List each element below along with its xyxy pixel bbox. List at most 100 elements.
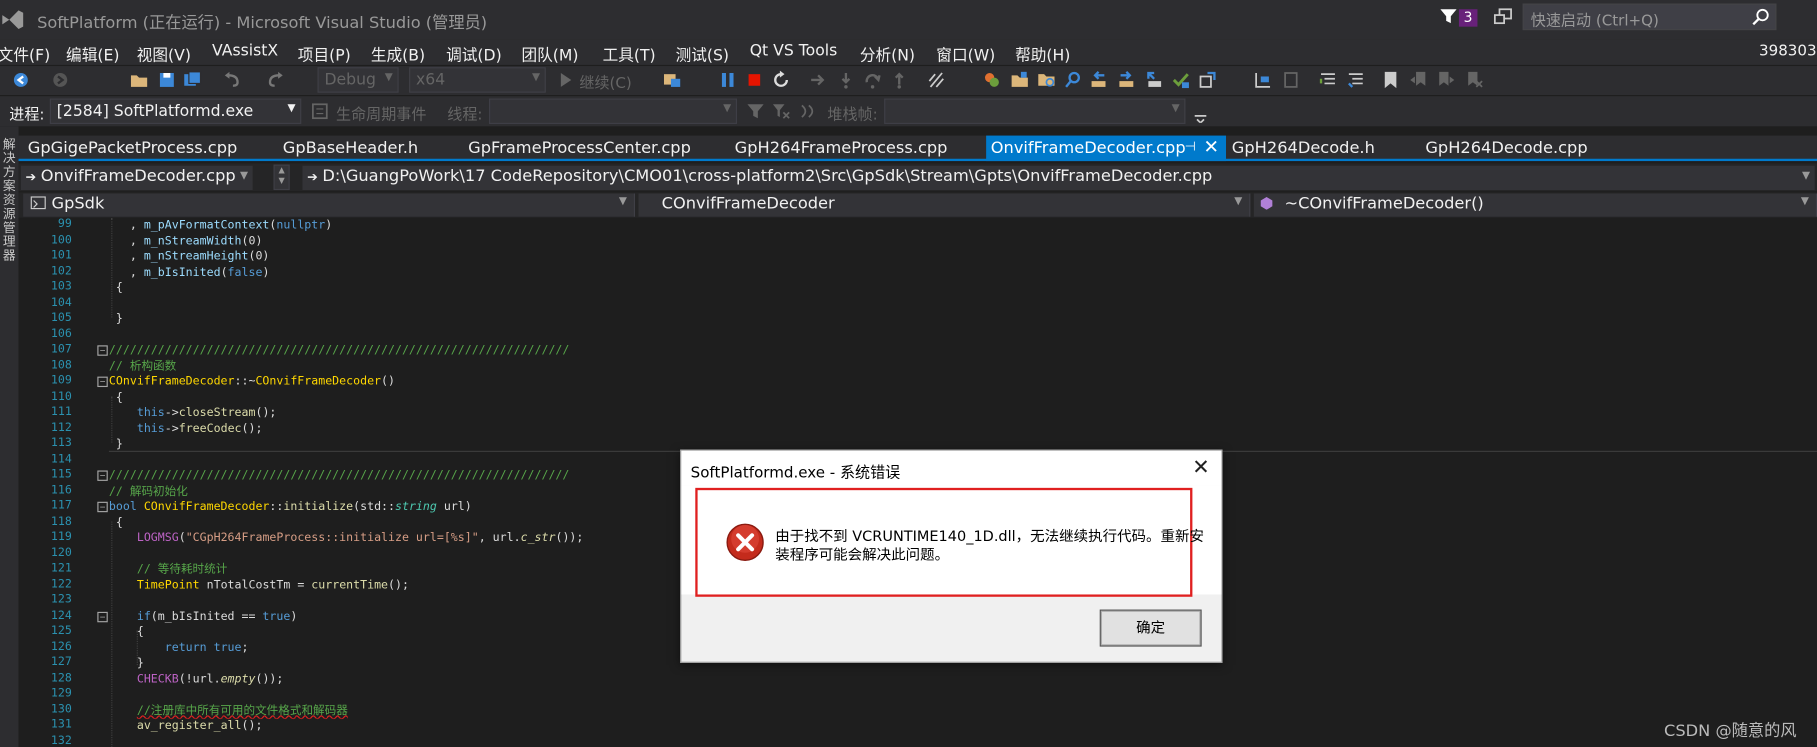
collapse-region-icon[interactable]: − xyxy=(97,611,108,623)
file-path-select[interactable]: ➔ D:\GuangPoWork\17 CodeRepository\CMO01\… xyxy=(302,165,1815,191)
chevron-down-icon: ▼ xyxy=(618,195,627,208)
search-icon[interactable] xyxy=(1752,8,1769,26)
refactor-icon[interactable] xyxy=(1198,71,1217,90)
menu-project[interactable]: 项目(P) xyxy=(298,42,351,65)
undo-icon[interactable] xyxy=(222,71,241,90)
line-number: 124 xyxy=(50,608,72,622)
process-select[interactable]: [2584] SoftPlatformd.exe ▼ xyxy=(49,98,302,124)
tab-gph264decode-cpp[interactable]: GpH264Decode.cpp xyxy=(1425,139,1587,158)
line-number: 127 xyxy=(50,655,72,669)
toggle-indent-icon[interactable] xyxy=(1254,71,1273,90)
save-icon[interactable] xyxy=(158,71,177,90)
lifecycle-events-icon[interactable] xyxy=(311,102,330,121)
goto-next-icon[interactable] xyxy=(1117,71,1136,90)
find-symbol-icon[interactable] xyxy=(1064,71,1083,90)
tab-gpbaseheader[interactable]: GpBaseHeader.h xyxy=(283,139,418,158)
previous-bookmark-icon[interactable] xyxy=(1409,71,1428,90)
menu-tools[interactable]: 工具(T) xyxy=(603,42,656,65)
menu-analyze[interactable]: 分析(N) xyxy=(860,42,915,65)
comment-lines-icon[interactable] xyxy=(1319,71,1338,90)
unindent-icon[interactable] xyxy=(1282,71,1301,90)
thread-select[interactable]: ▼ xyxy=(489,98,737,124)
quick-launch-input[interactable]: 快速启动 (Ctrl+Q) xyxy=(1522,3,1777,30)
chevron-down-icon: ▼ xyxy=(287,103,296,115)
goto-previous-icon[interactable] xyxy=(1089,71,1108,90)
menu-team[interactable]: 团队(M) xyxy=(521,42,578,65)
menu-file[interactable]: 文件(F) xyxy=(0,42,50,65)
menu-view[interactable]: 视图(V) xyxy=(137,42,191,65)
menu-window[interactable]: 窗口(W) xyxy=(936,42,995,65)
goto-implementation-icon[interactable] xyxy=(1145,71,1164,90)
menu-test[interactable]: 测试(S) xyxy=(676,42,729,65)
configuration-select[interactable]: Debug ▼ xyxy=(317,67,399,93)
pin-icon[interactable]: ⊣ xyxy=(1185,139,1196,154)
line-number: 116 xyxy=(50,483,72,497)
save-all-icon[interactable] xyxy=(183,71,202,90)
open-file-in-solution-icon[interactable] xyxy=(1037,71,1056,90)
check-references-icon[interactable] xyxy=(1172,71,1191,90)
diagnostic-tools-icon[interactable] xyxy=(983,71,1002,90)
menu-debug[interactable]: 调试(D) xyxy=(446,42,502,65)
close-icon[interactable]: ✕ xyxy=(1192,455,1209,479)
uncomment-lines-icon[interactable] xyxy=(1347,71,1366,90)
class-scope-select[interactable]: COnvifFrameDecoder ▼ xyxy=(638,193,1251,217)
restart-icon[interactable] xyxy=(772,70,791,90)
menu-help[interactable]: 帮助(H) xyxy=(1015,42,1070,65)
forward-icon[interactable] xyxy=(51,71,70,90)
stop-icon[interactable] xyxy=(745,71,764,90)
solution-explorer-tab[interactable]: 解决方案资源管理器 xyxy=(0,126,19,747)
add-file-icon[interactable] xyxy=(1010,71,1029,90)
arrow-right-icon: ➔ xyxy=(25,169,37,185)
collapse-region-icon[interactable]: − xyxy=(97,345,108,356)
tab-gph264decode-h[interactable]: GpH264Decode.h xyxy=(1232,139,1375,158)
toolbar-overflow-icon[interactable] xyxy=(1191,104,1210,123)
menu-qt-vs-tools[interactable]: Qt VS Tools xyxy=(750,42,838,61)
menu-vassistx[interactable]: VAssistX xyxy=(212,42,278,61)
filter-icon[interactable] xyxy=(746,102,765,121)
toggle-filter-icon[interactable] xyxy=(772,102,791,121)
continue-label[interactable]: 继续(C) xyxy=(579,71,631,92)
line-number: 131 xyxy=(50,718,72,732)
platform-select[interactable]: x64 ▼ xyxy=(409,67,546,93)
redo-icon[interactable] xyxy=(267,71,286,90)
feedback-icon[interactable] xyxy=(1493,7,1514,28)
show-threads-icon[interactable] xyxy=(800,102,819,121)
collapse-region-icon[interactable]: − xyxy=(97,376,108,388)
lifecycle-events-label[interactable]: 生命周期事件 xyxy=(336,102,426,124)
step-into-icon[interactable] xyxy=(837,71,856,90)
chevron-down-icon: ▼ xyxy=(384,71,393,84)
tab-gph264frameprocess[interactable]: GpH264FrameProcess.cpp xyxy=(735,139,948,158)
user-account[interactable]: 3983031 xyxy=(1759,43,1817,60)
bookmark-icon[interactable] xyxy=(1381,71,1400,90)
hex-display-icon[interactable] xyxy=(927,71,946,90)
close-icon[interactable]: ✕ xyxy=(1204,136,1220,158)
member-scope-select[interactable]: ~COnvifFrameDecoder() ▼ xyxy=(1253,193,1817,217)
menu-build[interactable]: 生成(B) xyxy=(371,42,425,65)
tab-onviframedecoder-active[interactable]: OnvifFrameDecoder.cpp ⊣ ✕ xyxy=(986,135,1227,162)
pause-icon[interactable] xyxy=(718,71,737,90)
collapse-region-icon[interactable]: − xyxy=(97,470,108,481)
continue-icon[interactable] xyxy=(556,71,575,90)
back-icon[interactable] xyxy=(12,71,31,90)
show-next-statement-icon[interactable] xyxy=(809,71,828,90)
tab-gpframeprocesscenter[interactable]: GpFrameProcessCenter.cpp xyxy=(468,139,691,158)
line-number: 123 xyxy=(50,593,72,607)
collapse-region-icon[interactable]: − xyxy=(97,501,108,513)
ok-button[interactable]: 确定 xyxy=(1099,609,1202,647)
stack-frame-select[interactable]: ▼ xyxy=(884,98,1186,124)
chevron-down-icon: ▼ xyxy=(1800,195,1809,208)
file-spinner[interactable]: ▲ ▼ xyxy=(273,164,290,191)
debug-target-icon[interactable] xyxy=(663,71,682,90)
menu-edit[interactable]: 编辑(E) xyxy=(66,42,119,65)
next-bookmark-icon[interactable] xyxy=(1437,71,1456,90)
file-select[interactable]: ➔ OnvifFrameDecoder.cpp ▼ xyxy=(20,165,253,191)
project-scope-select[interactable]: GpSdk ▼ xyxy=(23,193,636,217)
notification-badge[interactable]: 3 xyxy=(1458,9,1478,27)
step-over-icon[interactable] xyxy=(863,71,882,90)
line-number: 119 xyxy=(50,530,72,544)
step-out-icon[interactable] xyxy=(890,71,909,90)
notification-filter-icon[interactable] xyxy=(1439,7,1458,26)
tab-gpgigepacketprocess[interactable]: GpGigePacketProcess.cpp xyxy=(28,139,238,158)
open-folder-icon[interactable] xyxy=(130,71,149,90)
clear-bookmarks-icon[interactable] xyxy=(1465,71,1484,90)
